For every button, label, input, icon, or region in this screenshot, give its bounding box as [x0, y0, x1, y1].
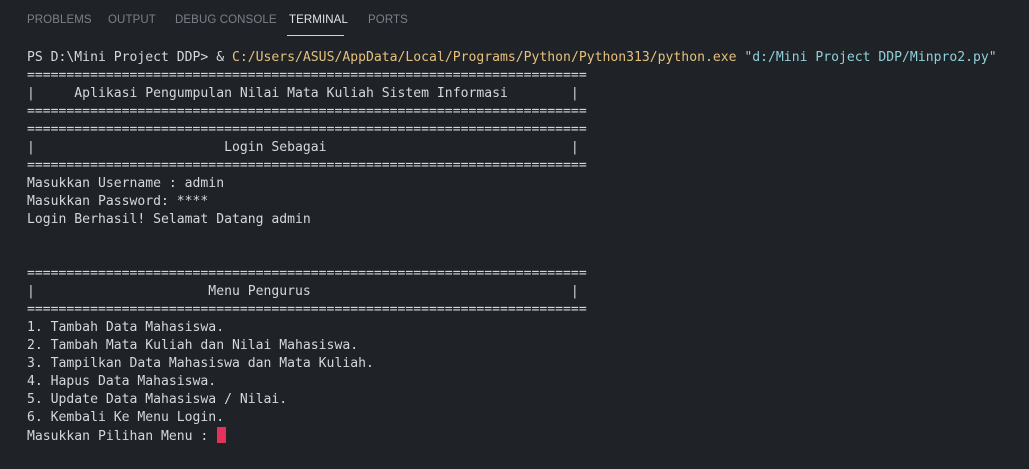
output-line: ========================================… [27, 68, 587, 83]
input-line[interactable]: Masukkan Pilihan Menu : [27, 427, 1029, 445]
python-exe-path: C:/Users/ASUS/AppData/Local/Programs/Pyt… [231, 50, 737, 65]
output-line: Masukkan Password: **** [27, 194, 209, 209]
terminal-cursor [217, 427, 227, 443]
tab-output[interactable]: OUTPUT [108, 14, 156, 26]
active-tab-indicator [287, 35, 344, 36]
output-line: 2. Tambah Mata Kuliah dan Nilai Mahasisw… [27, 338, 359, 353]
output-line: 1. Tambah Data Mahasiswa. [27, 320, 225, 335]
input-prompt: Masukkan Pilihan Menu : [27, 429, 217, 444]
output-line: ========================================… [27, 122, 587, 137]
tab-ports[interactable]: PORTS [368, 14, 408, 26]
output-line: ========================================… [27, 158, 587, 173]
script-argument: "d:/Mini Project DDP/Minpro2.py" [744, 50, 997, 65]
output-line: | Aplikasi Pengumpulan Nilai Mata Kuliah… [27, 86, 579, 101]
output-line: Masukkan Username : admin [27, 176, 225, 191]
output-line: | Login Sebagai | [27, 140, 579, 155]
program-output: ========================================… [27, 67, 1029, 427]
output-line: 5. Update Data Mahasiswa / Nilai. [27, 392, 288, 407]
shell-prompt: PS D:\Mini Project DDP> & [27, 50, 232, 65]
panel-tab-bar: PROBLEMS OUTPUT DEBUG CONSOLE TERMINAL P… [0, 0, 1029, 40]
tab-terminal[interactable]: TERMINAL [289, 14, 348, 26]
output-line: 3. Tampilkan Data Mahasiswa dan Mata Kul… [27, 356, 374, 371]
output-line: 6. Kembali Ke Menu Login. [27, 410, 225, 425]
tab-debug-console[interactable]: DEBUG CONSOLE [175, 14, 277, 26]
output-line: 4. Hapus Data Mahasiswa. [27, 374, 217, 389]
output-line: ========================================… [27, 302, 587, 317]
output-line: ========================================… [27, 104, 587, 119]
output-line: Login Berhasil! Selamat Datang admin [27, 212, 311, 227]
tab-problems[interactable]: PROBLEMS [27, 14, 92, 26]
command-line: PS D:\Mini Project DDP> & C:/Users/ASUS/… [27, 49, 1029, 67]
output-line: | Menu Pengurus | [27, 284, 579, 299]
terminal-output[interactable]: PS D:\Mini Project DDP> & C:/Users/ASUS/… [27, 49, 1029, 445]
output-line: ========================================… [27, 266, 587, 281]
